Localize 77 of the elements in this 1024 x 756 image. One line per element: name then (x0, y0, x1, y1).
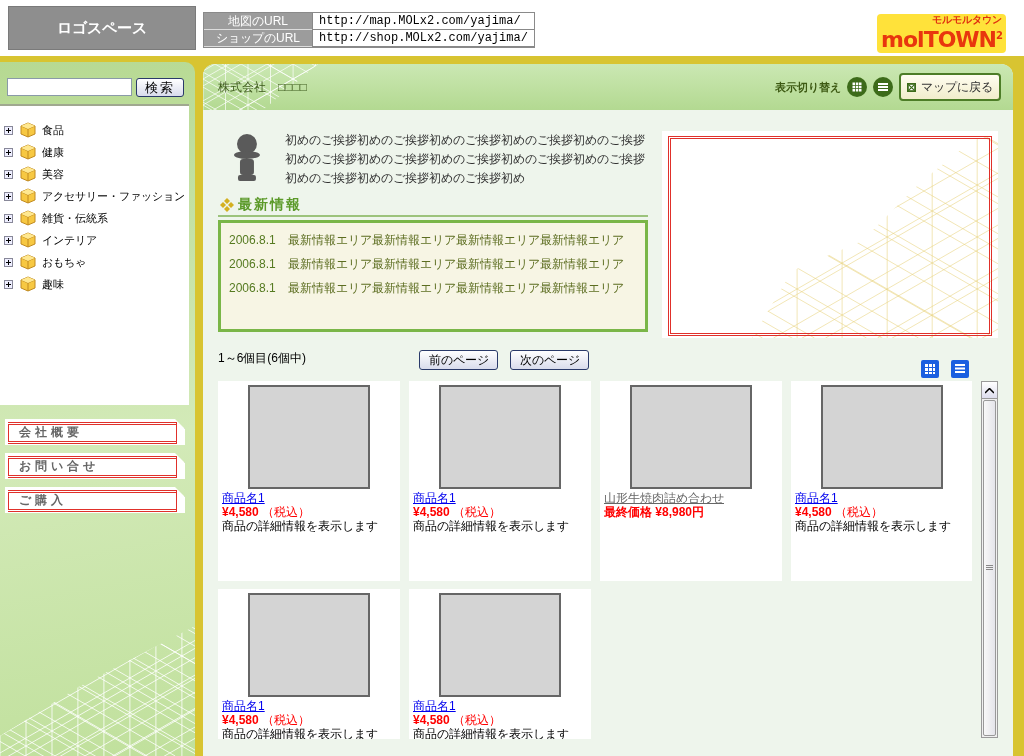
product-link[interactable]: 商品名1 (222, 492, 265, 505)
expand-icon[interactable] (4, 125, 13, 135)
caret-up-icon (985, 388, 994, 394)
url-value: http://map.MOLx2.com/yajima/ (312, 13, 534, 30)
box-icon (20, 166, 36, 182)
scroll-up-button[interactable] (982, 382, 997, 399)
expand-icon[interactable] (4, 257, 13, 267)
product-description: 商品の詳細情報を表示します (222, 519, 379, 533)
search-button[interactable]: 検索 (136, 78, 184, 97)
expand-icon[interactable] (4, 169, 13, 179)
person-silhouette-icon (231, 131, 263, 183)
product-card[interactable]: 山形牛焼肉詰め合わせ 最終価格 ¥8,980円 (600, 381, 782, 581)
product-price: ¥4,580 （税込） (222, 505, 312, 519)
view-switch-label: 表示切り替え (775, 79, 841, 95)
category-item[interactable]: アクセサリー・ファッション (42, 188, 185, 204)
result-count: 1～6個目(6個中) (218, 350, 307, 366)
product-price: 最終価格 ¥8,980円 (604, 505, 706, 519)
product-link[interactable]: 商品名1 (413, 700, 456, 713)
news-heading: 最新情報 (238, 196, 302, 214)
category-item[interactable]: 健康 (42, 144, 64, 160)
company-name: 株式会社 □□□□ (218, 78, 307, 96)
box-icon (20, 144, 36, 160)
product-price: ¥4,580 （税込） (795, 505, 885, 519)
url-label: 地図のURL (204, 13, 312, 30)
product-link[interactable]: 商品名1 (413, 492, 456, 505)
category-item[interactable]: 雑貨・伝統系 (42, 210, 108, 226)
box-icon (20, 188, 36, 204)
product-link[interactable]: 商品名1 (222, 700, 265, 713)
next-page-button[interactable]: 次のページ (510, 350, 589, 370)
expand-icon[interactable] (4, 191, 13, 201)
category-item[interactable]: 美容 (42, 166, 64, 182)
product-link[interactable]: 商品名1 (795, 492, 838, 505)
product-price: ¥4,580 （税込） (413, 713, 503, 727)
news-date: 2006.8.1 (229, 281, 276, 295)
diamond-icon (220, 198, 234, 212)
menu-button[interactable]: お問い合せ (5, 453, 185, 479)
news-text: 最新情報エリア最新情報エリア最新情報エリア最新情報エリア (287, 255, 624, 273)
grid-view-icon[interactable] (847, 77, 867, 97)
menu-button[interactable]: 会社概要 (5, 419, 185, 445)
product-card[interactable]: 商品名1 ¥4,580 （税込） 商品の詳細情報を表示します (791, 381, 972, 581)
list-view-icon[interactable] (873, 77, 893, 97)
product-card[interactable]: 商品名1 ¥4,580 （税込） 商品の詳細情報を表示します (409, 381, 591, 581)
grid-view-icon[interactable] (921, 360, 939, 378)
menu-button[interactable]: ご購入 (5, 487, 185, 513)
product-description: 商品の詳細情報を表示します (795, 519, 952, 533)
url-value: http://shop.MOLx2.com/yajima/ (312, 30, 534, 47)
news-text: 最新情報エリア最新情報エリア最新情報エリア最新情報エリア (287, 279, 624, 297)
box-icon (20, 254, 36, 270)
box-icon (20, 122, 36, 138)
search-field[interactable] (7, 78, 132, 96)
brand-logo[interactable]: モルモルタウン molTOWN$^{2}$ (877, 14, 1006, 54)
expand-icon[interactable] (4, 147, 13, 157)
url-label: ショップのURL (204, 30, 312, 47)
category-item[interactable]: おもちゃ (42, 254, 86, 270)
product-link[interactable]: 山形牛焼肉詰め合わせ (604, 492, 724, 505)
box-icon (20, 210, 36, 226)
news-date: 2006.8.1 (229, 257, 276, 271)
expand-icon[interactable] (4, 213, 13, 223)
product-price: ¥4,580 （税込） (222, 713, 312, 727)
category-item[interactable]: 趣味 (42, 276, 64, 292)
product-description: 商品の詳細情報を表示します (413, 519, 570, 533)
list-view-icon[interactable] (951, 360, 969, 378)
product-price: ¥4,580 （税込） (413, 505, 503, 519)
category-item[interactable]: 食品 (42, 122, 64, 138)
expand-icon[interactable] (4, 279, 13, 289)
greeting-text: 初めのご挨拶初めのご挨拶初めのご挨拶初めのご挨拶初めのご挨拶初めのご挨拶初めのご挨拶初めのご挨拶初めのご挨拶初めのご挨拶初めのご挨拶初めのご挨拶初めのご挨拶初め (284, 132, 646, 187)
expand-icon[interactable] (4, 235, 13, 245)
category-item[interactable]: インテリア (42, 232, 97, 248)
box-icon (20, 276, 36, 292)
back-to-map-button[interactable]: マップに戻る (899, 73, 1001, 101)
box-icon (20, 232, 36, 248)
news-date: 2006.8.1 (229, 233, 276, 247)
grip-icon (986, 565, 993, 571)
product-card[interactable]: 商品名1 ¥4,580 （税込） 商品の詳細情報を表示します (218, 381, 400, 581)
scrollbar[interactable] (981, 381, 998, 738)
news-text: 最新情報エリア最新情報エリア最新情報エリア最新情報エリア (287, 231, 624, 249)
previous-page-button[interactable]: 前のページ (419, 350, 498, 370)
